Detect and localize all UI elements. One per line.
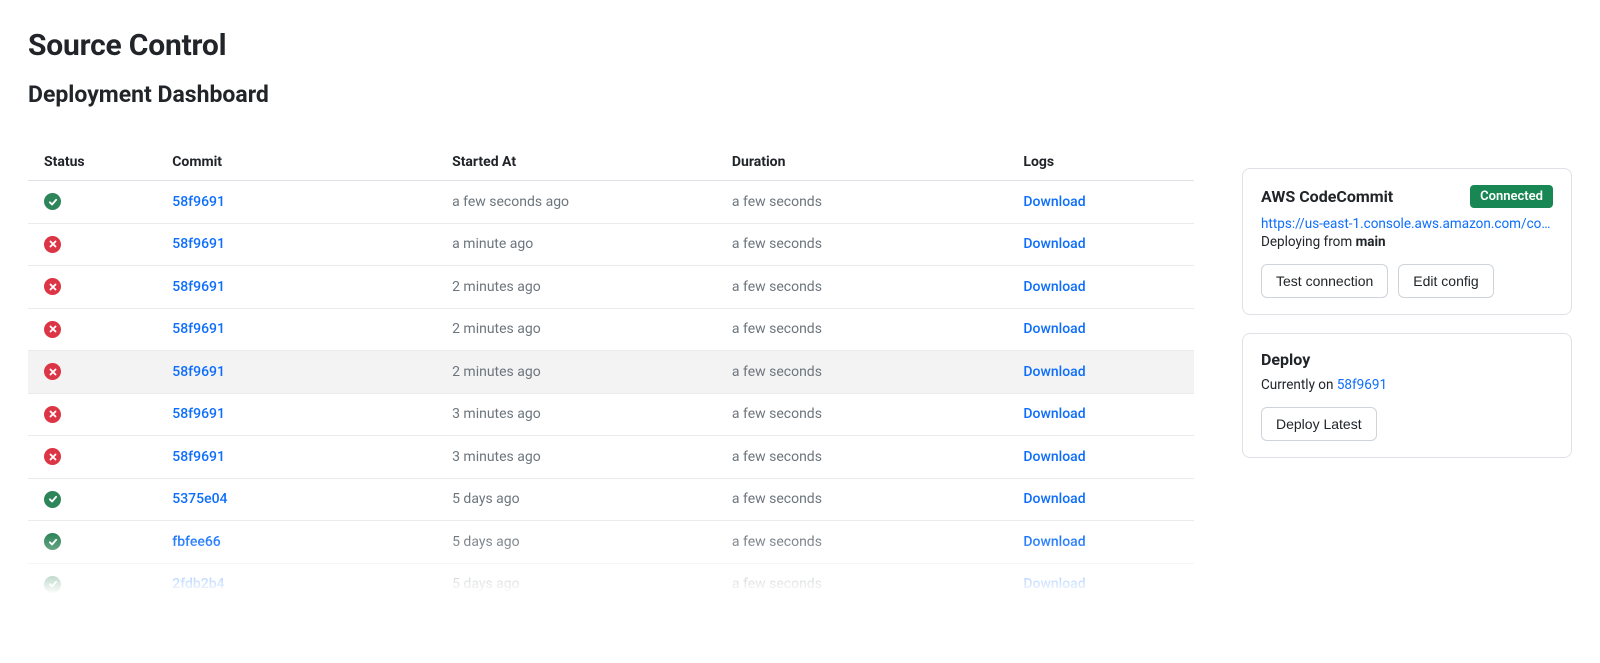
- x-circle-icon: [44, 321, 61, 338]
- commit-link[interactable]: 58f9691: [172, 449, 225, 465]
- col-header-duration: Duration: [716, 144, 1008, 181]
- download-logs-link[interactable]: Download: [1023, 279, 1085, 295]
- download-logs-link[interactable]: Download: [1023, 236, 1085, 252]
- download-logs-link[interactable]: Download: [1023, 364, 1085, 380]
- download-logs-link[interactable]: Download: [1023, 406, 1085, 422]
- started-at-cell: a few seconds ago: [436, 181, 716, 224]
- deploy-latest-button[interactable]: Deploy Latest: [1261, 407, 1377, 441]
- started-at-cell: 5 days ago: [436, 563, 716, 594]
- deploy-current-commit-link[interactable]: 58f9691: [1337, 377, 1387, 393]
- x-circle-icon: [44, 278, 61, 295]
- started-at-cell: 2 minutes ago: [436, 308, 716, 351]
- col-header-started-at: Started At: [436, 144, 716, 181]
- started-at-cell: a minute ago: [436, 223, 716, 266]
- codecommit-card-title: AWS CodeCommit: [1261, 187, 1393, 206]
- deployments-table: Status Commit Started At Duration Logs 5…: [28, 144, 1194, 594]
- started-at-cell: 3 minutes ago: [436, 393, 716, 436]
- started-at-cell: 2 minutes ago: [436, 266, 716, 309]
- download-logs-link[interactable]: Download: [1023, 491, 1085, 507]
- col-header-logs: Logs: [1007, 144, 1194, 181]
- test-connection-button[interactable]: Test connection: [1261, 264, 1388, 298]
- col-header-status: Status: [28, 144, 156, 181]
- table-row[interactable]: 58f9691 2 minutes agoa few seconds Downloa…: [28, 351, 1194, 394]
- started-at-cell: 5 days ago: [436, 521, 716, 564]
- x-circle-icon: [44, 363, 61, 380]
- duration-cell: a few seconds: [716, 223, 1008, 266]
- download-logs-link[interactable]: Download: [1023, 576, 1085, 592]
- check-circle-icon: [44, 533, 61, 550]
- connected-badge: Connected: [1470, 185, 1553, 208]
- table-row[interactable]: 58f9691 a few seconds agoa few seconds Dow…: [28, 181, 1194, 224]
- duration-cell: a few seconds: [716, 181, 1008, 224]
- duration-cell: a few seconds: [716, 393, 1008, 436]
- deployments-table-wrap: Status Commit Started At Duration Logs 5…: [28, 144, 1194, 594]
- codecommit-card: AWS CodeCommit Connected https://us-east…: [1242, 168, 1572, 315]
- table-row[interactable]: 5375e04 5 days agoa few seconds Download: [28, 478, 1194, 521]
- download-logs-link[interactable]: Download: [1023, 534, 1085, 550]
- commit-link[interactable]: fbfee66: [172, 534, 221, 550]
- commit-link[interactable]: 58f9691: [172, 279, 225, 295]
- deploy-card: Deploy Currently on 58f9691 Deploy Lates…: [1242, 333, 1572, 458]
- duration-cell: a few seconds: [716, 521, 1008, 564]
- commit-link[interactable]: 58f9691: [172, 364, 225, 380]
- page-title: Source Control: [28, 28, 1194, 63]
- deploy-current-prefix: Currently on: [1261, 377, 1337, 393]
- download-logs-link[interactable]: Download: [1023, 449, 1085, 465]
- started-at-cell: 2 minutes ago: [436, 351, 716, 394]
- commit-link[interactable]: 58f9691: [172, 406, 225, 422]
- duration-cell: a few seconds: [716, 436, 1008, 479]
- duration-cell: a few seconds: [716, 308, 1008, 351]
- check-circle-icon: [44, 491, 61, 508]
- table-row[interactable]: 58f9691 a minute agoa few seconds Download: [28, 223, 1194, 266]
- started-at-cell: 5 days ago: [436, 478, 716, 521]
- duration-cell: a few seconds: [716, 266, 1008, 309]
- table-row[interactable]: 58f9691 3 minutes agoa few seconds Downloa…: [28, 436, 1194, 479]
- table-row[interactable]: 58f9691 3 minutes agoa few seconds Downloa…: [28, 393, 1194, 436]
- commit-link[interactable]: 2fdb2b4: [172, 576, 224, 592]
- x-circle-icon: [44, 406, 61, 423]
- check-circle-icon: [44, 193, 61, 210]
- codecommit-url-link[interactable]: https://us-east-1.console.aws.amazon.com…: [1261, 216, 1553, 232]
- duration-cell: a few seconds: [716, 563, 1008, 594]
- table-row[interactable]: 2fdb2b4 5 days agoa few seconds Download: [28, 563, 1194, 594]
- x-circle-icon: [44, 236, 61, 253]
- deploy-from-branch: main: [1356, 234, 1386, 250]
- deploy-current-text: Currently on 58f9691: [1261, 377, 1553, 393]
- duration-cell: a few seconds: [716, 478, 1008, 521]
- table-row[interactable]: 58f9691 2 minutes agoa few seconds Downloa…: [28, 308, 1194, 351]
- deploy-card-title: Deploy: [1261, 350, 1553, 369]
- deploy-from-prefix: Deploying from: [1261, 234, 1356, 250]
- started-at-cell: 3 minutes ago: [436, 436, 716, 479]
- download-logs-link[interactable]: Download: [1023, 321, 1085, 337]
- check-circle-icon: [44, 576, 61, 593]
- download-logs-link[interactable]: Download: [1023, 194, 1085, 210]
- table-row[interactable]: fbfee66 5 days agoa few seconds Download: [28, 521, 1194, 564]
- dashboard-title: Deployment Dashboard: [28, 81, 1194, 108]
- col-header-commit: Commit: [156, 144, 436, 181]
- commit-link[interactable]: 5375e04: [172, 491, 227, 507]
- commit-link[interactable]: 58f9691: [172, 236, 225, 252]
- duration-cell: a few seconds: [716, 351, 1008, 394]
- x-circle-icon: [44, 448, 61, 465]
- deploy-from-text: Deploying from main: [1261, 234, 1553, 250]
- edit-config-button[interactable]: Edit config: [1398, 264, 1493, 298]
- commit-link[interactable]: 58f9691: [172, 194, 225, 210]
- commit-link[interactable]: 58f9691: [172, 321, 225, 337]
- table-row[interactable]: 58f9691 2 minutes agoa few seconds Downloa…: [28, 266, 1194, 309]
